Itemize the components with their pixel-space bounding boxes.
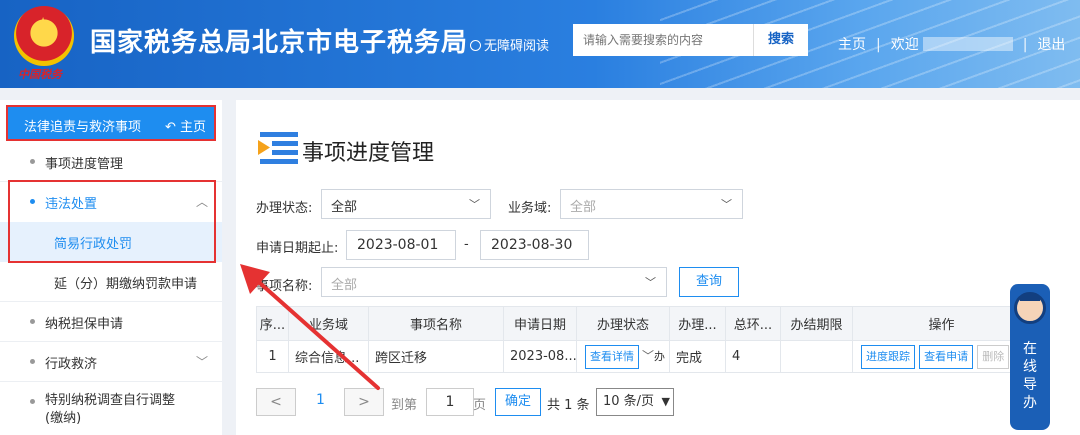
chevron-down-icon: ﹀	[469, 198, 480, 211]
assistant-avatar-icon	[1014, 292, 1046, 324]
online-help-button[interactable]: 在 线 导 办	[1010, 284, 1050, 430]
date-to-input[interactable]: 2023-08-30	[480, 230, 589, 260]
search-button[interactable]: 搜索	[753, 24, 808, 56]
page-size-select[interactable]: 10 条/页 ▼	[596, 388, 674, 416]
back-arrow-icon: ↶	[164, 120, 180, 135]
view-application-button[interactable]: 查看申请	[919, 344, 974, 369]
sidebar-section-header: 法律追责与救济事项 ↶ 主页	[6, 105, 216, 141]
sidebar-subitem-simple-penalty[interactable]: 简易行政处罚	[0, 222, 222, 262]
col-deadline[interactable]: 办结期限	[780, 306, 853, 341]
page-unit-label: 页	[473, 398, 487, 413]
cell-index: 1	[256, 340, 289, 373]
col-actions: 操作	[852, 306, 1031, 341]
page-title: 事项进度管理	[302, 141, 435, 166]
prev-page-button[interactable]: <	[256, 388, 296, 416]
sidebar-section-title: 法律追责与救济事项	[24, 120, 142, 135]
date-from-input[interactable]: 2023-08-01	[346, 230, 456, 260]
chevron-down-icon: ﹀	[721, 198, 732, 211]
next-page-button[interactable]: >	[344, 388, 384, 416]
sidebar-item-admin-relief[interactable]: 行政救济 ﹀	[0, 342, 222, 382]
tax-emblem-icon: ★	[14, 6, 74, 66]
view-details-button[interactable]: 查看详情	[585, 344, 639, 369]
nav-home-link[interactable]: 主页	[838, 34, 866, 54]
table-header-row: 序... 业务域 事项名称 申请日期 办理状态 办理... 总环... 办结期限…	[256, 306, 1031, 341]
total-count: 共 1 条	[547, 398, 590, 413]
chevron-down-icon: ﹀	[645, 276, 656, 289]
cell-apply-date: 2023-08...	[503, 340, 577, 373]
sidebar-item-progress[interactable]: 事项进度管理	[0, 142, 222, 182]
cell-actions: 进度跟踪 查看申请 删除	[852, 340, 1031, 373]
main-panel: 事项进度管理 办理状态: 全部 ﹀ 业务域: 全部 ﹀ 申请日期起止: 2023…	[236, 100, 1080, 435]
sidebar-home-link[interactable]: ↶ 主页	[165, 116, 206, 135]
bullet-icon	[30, 359, 35, 364]
bullet-icon	[30, 399, 35, 404]
date-range-label: 申请日期起止:	[256, 241, 339, 256]
sidebar-item-violation[interactable]: 违法处置 ︿	[0, 182, 222, 222]
cell-domain: 综合信息...	[288, 340, 369, 373]
cell-result: 完成	[669, 340, 726, 373]
cell-status: 查看详情 ﹀办	[576, 340, 670, 373]
goto-confirm-button[interactable]: 确定	[495, 388, 541, 416]
bullet-icon	[30, 199, 35, 204]
nav-logout-link[interactable]: 退出	[1037, 34, 1065, 54]
date-separator: -	[464, 237, 469, 252]
bullet-icon	[30, 319, 35, 324]
cell-total-steps: 4	[725, 340, 781, 373]
search-input[interactable]	[573, 24, 753, 56]
top-nav: 主页 | 欢迎 | 退出	[838, 34, 1065, 54]
cell-deadline	[780, 340, 853, 373]
accessibility-link[interactable]: 无障碍阅读	[470, 35, 549, 54]
query-button[interactable]: 查询	[679, 267, 739, 297]
emblem-caption: 中国税务	[18, 68, 62, 81]
progress-table: 序... 业务域 事项名称 申请日期 办理状态 办理... 总环... 办结期限…	[256, 306, 1031, 373]
chevron-down-icon: ﹀	[642, 348, 655, 363]
nav-welcome: 欢迎	[890, 37, 919, 53]
delete-button[interactable]: 删除	[977, 344, 1010, 369]
item-name-select[interactable]: 全部 ﹀	[321, 267, 667, 297]
current-page[interactable]: 1	[316, 392, 325, 408]
track-progress-button[interactable]: 进度跟踪	[861, 344, 915, 369]
sidebar-item-special-adjust[interactable]: 特别纳税调查自行调整 (缴纳)	[0, 382, 222, 435]
chevron-up-icon: ︿	[195, 195, 208, 209]
goto-label: 到第	[391, 398, 418, 413]
bullet-icon	[30, 159, 35, 164]
col-apply-date[interactable]: 申请日期	[503, 306, 577, 341]
col-item-name[interactable]: 事项名称	[368, 306, 504, 341]
sidebar-subitem-deferred-fine[interactable]: 延（分）期缴纳罚款申请	[0, 262, 222, 302]
username-redacted	[922, 37, 1013, 51]
chevron-down-icon: ▼	[661, 395, 670, 408]
goto-page-input[interactable]: 1	[426, 388, 474, 416]
col-domain[interactable]: 业务域	[288, 306, 369, 341]
col-index[interactable]: 序...	[256, 306, 289, 341]
sidebar-item-guarantee[interactable]: 纳税担保申请	[0, 302, 222, 342]
accessibility-icon	[470, 40, 481, 51]
status-select[interactable]: 全部 ﹀	[321, 189, 491, 219]
site-header: ★ 中国税务 国家税务总局北京市电子税务局 无障碍阅读 搜索 主页|欢迎|退出	[0, 0, 1080, 88]
table-row: 1 综合信息... 跨区迁移 2023-08... 查看详情 ﹀办 完成 4 进度…	[256, 340, 1031, 373]
cell-item-name: 跨区迁移	[368, 340, 504, 373]
domain-select[interactable]: 全部 ﹀	[560, 189, 743, 219]
item-name-label: 事项名称:	[256, 279, 313, 294]
col-status[interactable]: 办理状态	[576, 306, 670, 341]
col-result[interactable]: 办理...	[669, 306, 726, 341]
list-title-icon	[258, 132, 298, 164]
domain-label: 业务域:	[508, 201, 552, 216]
chevron-down-icon: ﹀	[195, 355, 208, 369]
status-label: 办理状态:	[256, 201, 313, 216]
sidebar: 法律追责与救济事项 ↶ 主页 事项进度管理 违法处置 ︿ 简易行政处罚 延（分）…	[0, 100, 222, 435]
col-total-steps[interactable]: 总环...	[725, 306, 781, 341]
site-title: 国家税务总局北京市电子税务局	[90, 28, 469, 58]
